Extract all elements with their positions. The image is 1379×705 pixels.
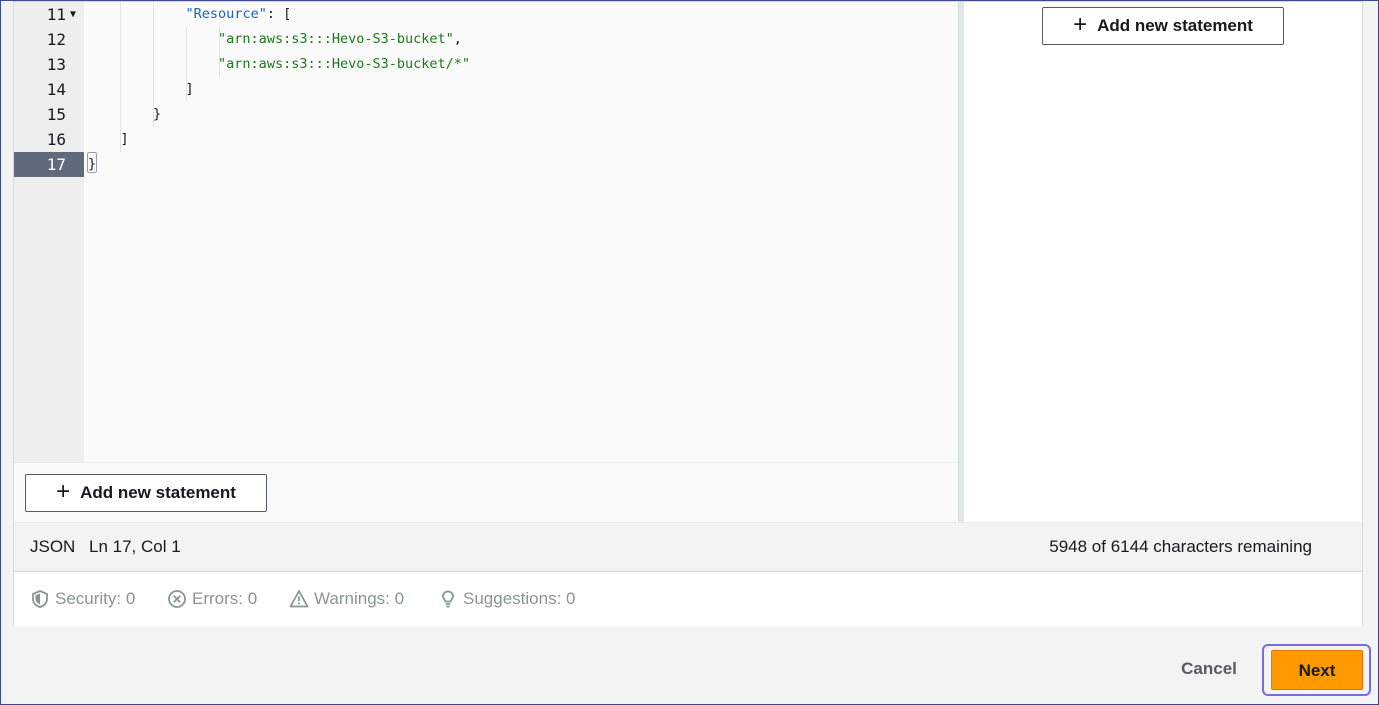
line-number: 14 <box>46 80 66 99</box>
code-line: "Resource": [ <box>185 6 292 22</box>
code-line: "arn:aws:s3:::Hevo-S3-bucket", <box>218 31 462 47</box>
code-line: ] <box>120 131 129 147</box>
line-number: 15 <box>46 105 66 124</box>
side-add-new-statement-button[interactable]: + Add new statement <box>1042 7 1284 45</box>
panel-resize-handle[interactable] <box>958 2 964 522</box>
json-editor[interactable]: 11 ▼ 12 13 14 15 16 17 "Resource": [ "ar… <box>14 2 958 462</box>
language-label: JSON <box>30 537 76 556</box>
line-number-active: 17 <box>14 152 84 177</box>
line-number: 12 <box>46 30 66 49</box>
editor-footer: + Add new statement <box>14 462 958 522</box>
cursor-position: Ln 17, Col 1 <box>89 537 181 556</box>
errors-tab[interactable]: Errors: 0 <box>167 589 257 609</box>
shield-icon <box>32 590 48 608</box>
editor-status-bar: JSON Ln 17, Col 1 5948 of 6144 character… <box>14 522 1362 572</box>
code-line: "arn:aws:s3:::Hevo-S3-bucket/*" <box>218 56 471 72</box>
add-new-statement-label: Add new statement <box>1097 16 1253 35</box>
cancel-button[interactable]: Cancel <box>1164 649 1254 689</box>
warning-triangle-icon <box>289 590 309 608</box>
error-circle-icon <box>168 590 186 608</box>
line-number-gutter: 11 ▼ 12 13 14 15 16 17 <box>14 2 84 462</box>
code-line: } <box>153 106 162 122</box>
triangle-down-icon[interactable]: ▼ <box>70 2 76 27</box>
warnings-tab[interactable]: Warnings: 0 <box>289 589 404 609</box>
plus-icon: + <box>1073 11 1088 38</box>
validation-bar: Security: 0 Errors: 0 Warnings: 0 Sugges… <box>14 572 1362 626</box>
line-number: 11 ▼ <box>14 2 84 27</box>
policy-editor-panel: 11 ▼ 12 13 14 15 16 17 "Resource": [ "ar… <box>13 1 1363 626</box>
line-number: 16 <box>46 130 66 149</box>
line-number: 13 <box>46 55 66 74</box>
suggestions-tab[interactable]: Suggestions: 0 <box>438 589 575 609</box>
security-tab[interactable]: Security: 0 <box>30 589 135 609</box>
lightbulb-icon <box>442 590 454 608</box>
bracket-match-highlight <box>87 152 97 173</box>
add-new-statement-button[interactable]: + Add new statement <box>25 474 267 512</box>
next-button[interactable]: Next <box>1271 650 1363 690</box>
characters-remaining: 5948 of 6144 characters remaining <box>1049 537 1312 556</box>
add-new-statement-label: Add new statement <box>80 483 236 502</box>
code-line: ] <box>185 81 194 97</box>
plus-icon: + <box>56 478 71 505</box>
